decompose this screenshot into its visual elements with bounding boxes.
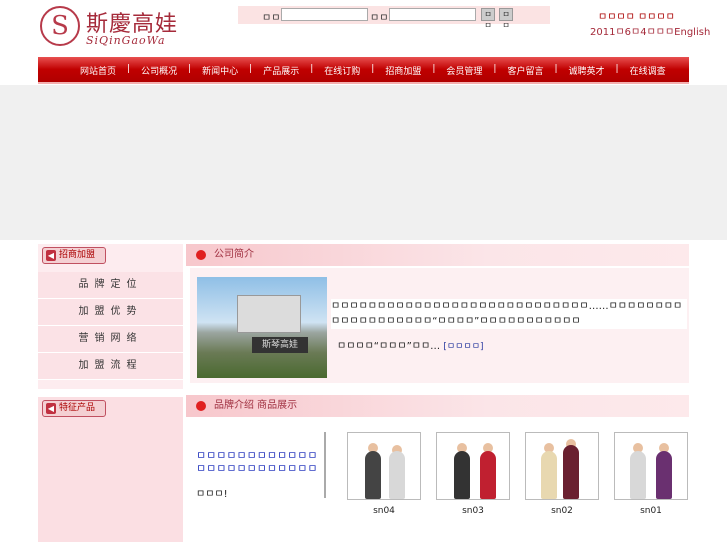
product-figure	[365, 451, 381, 499]
franchise-panel: ◀ 招商加盟 品牌定位 加盟优势 营销网络 加盟流程	[38, 244, 183, 389]
nav-survey[interactable]: 在线调查	[630, 64, 666, 77]
arrow-left-icon: ◀	[46, 403, 56, 414]
company-section-header: 公司简介	[186, 244, 689, 266]
product-figure	[630, 451, 646, 499]
franchise-heading: ◀ 招商加盟	[42, 247, 106, 264]
bullet-icon	[196, 401, 206, 411]
nav-news[interactable]: 新闻中心	[202, 64, 238, 77]
search-label-category: ㅁㅁ	[370, 13, 389, 24]
nav-franchise[interactable]: 招商加盟	[385, 64, 421, 77]
franchise-heading-label: 招商加盟	[59, 250, 96, 260]
franchise-item-advantage[interactable]: 加盟优势	[38, 299, 183, 326]
product-figure	[563, 445, 579, 499]
product-code[interactable]: sn03	[436, 506, 510, 516]
nav-order[interactable]: 在线订购	[324, 64, 360, 77]
search-category-input[interactable]	[389, 8, 476, 21]
company-heading: 公司简介	[214, 249, 254, 260]
top-links[interactable]: ㅁㅁㅁㅁ ㅁㅁㅁㅁ	[598, 8, 675, 23]
featured-heading: ◀ 特征产品	[42, 400, 106, 417]
search-button[interactable]: ㅁㅁ	[481, 8, 495, 30]
company-summary: ㅁㅁㅁㅁ“ㅁㅁㅁ”ㅁㅁ…	[337, 341, 441, 352]
nav-separator: |	[615, 64, 619, 74]
nav-separator: |	[127, 64, 131, 74]
product-code[interactable]: sn04	[347, 506, 421, 516]
franchise-item-process[interactable]: 加盟流程	[38, 353, 183, 380]
product-code[interactable]: sn02	[525, 506, 599, 516]
franchise-item-brand[interactable]: 品牌定位	[38, 272, 183, 299]
product-figure	[480, 451, 496, 499]
featured-products-panel: ◀ 特征产品	[38, 397, 183, 542]
company-sign: 斯琴高娃	[252, 337, 308, 353]
franchise-item-network[interactable]: 营销网络	[38, 326, 183, 353]
nav-company[interactable]: 公司概况	[141, 64, 177, 77]
product-figure	[389, 451, 405, 499]
search-bar: ㅁㅁㅁ ㅁㅁ ㅁㅁ ㅁㅁ	[238, 6, 550, 30]
nav-products[interactable]: 产品展示	[263, 64, 299, 77]
product-thumbnail[interactable]	[436, 432, 510, 500]
nav-separator: |	[249, 64, 253, 74]
products-heading: 品牌介绍 商品展示	[214, 400, 298, 411]
advanced-search-button[interactable]: ㅁㅁ	[499, 8, 513, 30]
nav-careers[interactable]: 诚聘英才	[569, 64, 605, 77]
nav-messages[interactable]: 客户留言	[507, 64, 543, 77]
banner-area	[0, 85, 727, 240]
search-input[interactable]	[281, 8, 368, 21]
product-figure	[656, 451, 672, 499]
product-thumbnail[interactable]	[614, 432, 688, 500]
bullet-icon	[196, 250, 206, 260]
company-intro-text: ㅁㅁㅁㅁㅁㅁㅁㅁㅁㅁㅁㅁㅁㅁㅁㅁㅁㅁㅁㅁㅁㅁㅁㅁㅁㅁㅁㅁ……ㅁㅁㅁㅁㅁㅁㅁㅁㅁㅁ…	[331, 299, 687, 329]
read-more-link[interactable]: [ㅁㅁㅁㅁ]	[443, 342, 483, 352]
logo-mark: S	[40, 6, 80, 46]
news-snippet: ㅁㅁㅁ!	[196, 489, 228, 500]
company-photo: 斯琴高娃	[197, 277, 327, 378]
main-nav: 网站首页 | 公司概况 | 新闻中心 | 产品展示 | 在线订购 | 招商加盟 …	[38, 57, 689, 84]
product-thumbnail[interactable]	[525, 432, 599, 500]
product-figure	[541, 451, 557, 499]
date-language-line[interactable]: 2011ㅁ6ㅁ4ㅁㅁㅁEnglish	[590, 23, 710, 38]
divider	[324, 432, 326, 498]
news-headline-link[interactable]: ㅁㅁㅁㅁㅁㅁㅁㅁㅁㅁㅁㅁㅁㅁㅁㅁㅁㅁㅁㅁㅁㅁㅁㅁ	[196, 449, 322, 475]
nav-separator: |	[371, 64, 375, 74]
logo-pinyin: SiQinGaoWa	[86, 34, 166, 47]
arrow-left-icon: ◀	[46, 250, 56, 261]
nav-home[interactable]: 网站首页	[80, 64, 116, 77]
nav-separator: |	[310, 64, 314, 74]
site-logo[interactable]: S 斯慶高娃 SiQinGaoWa	[40, 6, 190, 52]
product-code[interactable]: sn01	[614, 506, 688, 516]
nav-members[interactable]: 会员管理	[446, 64, 482, 77]
company-more-line: ㅁㅁㅁㅁ“ㅁㅁㅁ”ㅁㅁ… [ㅁㅁㅁㅁ]	[337, 337, 484, 352]
products-section-header: 品牌介绍 商品展示	[186, 395, 689, 417]
building-image	[237, 295, 301, 333]
nav-separator: |	[554, 64, 558, 74]
product-thumbnail[interactable]	[347, 432, 421, 500]
nav-separator: |	[493, 64, 497, 74]
product-figure	[454, 451, 470, 499]
nav-separator: |	[188, 64, 192, 74]
featured-heading-label: 特征产品	[59, 403, 96, 413]
nav-separator: |	[432, 64, 436, 74]
